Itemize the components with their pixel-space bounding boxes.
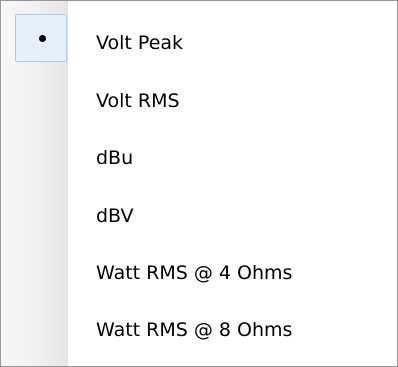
menu-item-label: Volt RMS — [96, 90, 180, 112]
menu-item-watt-rms-4-ohms[interactable]: Watt RMS @ 4 Ohms — [1, 244, 397, 302]
menu-item-label: dBV — [96, 205, 134, 227]
menu-item-label: Watt RMS @ 8 Ohms — [96, 319, 293, 341]
menu-item-volt-peak[interactable]: Volt Peak — [1, 14, 397, 72]
radio-bullet-icon — [39, 35, 46, 42]
menu-item-watt-rms-8-ohms[interactable]: Watt RMS @ 8 Ohms — [1, 301, 397, 359]
menu-item-label: Volt Peak — [96, 32, 184, 54]
menu-item-dbv[interactable]: dBV — [1, 187, 397, 245]
menu-item-label: dBu — [96, 147, 134, 169]
checked-state-box — [15, 14, 67, 62]
menu-item-dbu[interactable]: dBu — [1, 129, 397, 187]
menu-item-label: Watt RMS @ 4 Ohms — [96, 262, 293, 284]
menu-item-volt-rms[interactable]: Volt RMS — [1, 72, 397, 130]
unit-context-menu: Volt Peak Volt RMS dBu dBV Watt RMS @ 4 … — [0, 0, 398, 367]
